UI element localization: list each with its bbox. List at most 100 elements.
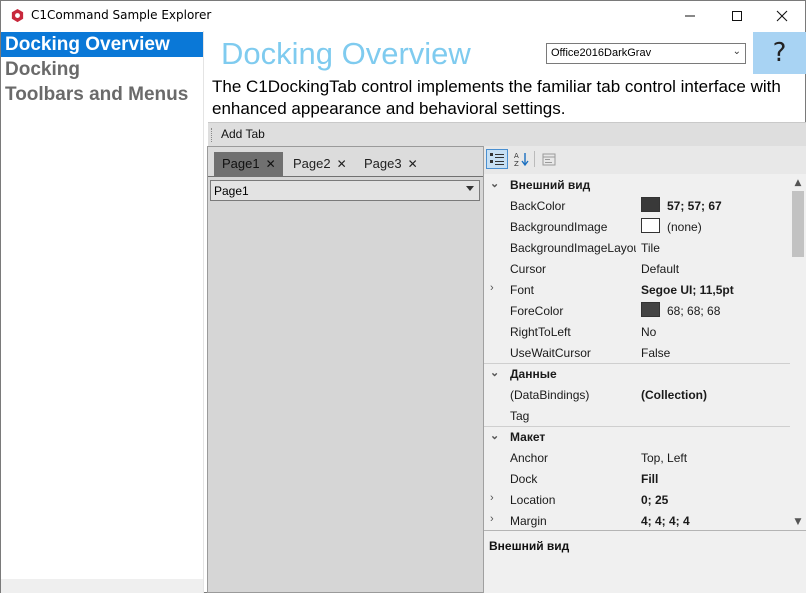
sort-az-icon: A Z [514,152,529,167]
property-row[interactable]: ForeColor 68; 68; 68 [484,300,790,321]
svg-text:Z: Z [514,160,519,167]
docking-tab-control: Page1 ✕ Page2 ✕ Page3 ✕ Page1 [207,146,484,593]
sample-nav-sidebar: Docking Overview Docking Toolbars and Me… [1,31,204,593]
tab-page2[interactable]: Page2 ✕ [285,152,354,176]
property-value[interactable]: Tile [641,241,660,255]
property-name: BackColor [510,199,566,213]
property-value[interactable]: 0; 25 [641,493,668,507]
category-divider [484,426,790,427]
page-title: Docking Overview [221,36,471,71]
property-value[interactable]: Fill [641,472,658,486]
property-name: UseWaitCursor [510,346,591,360]
property-name: Font [510,283,535,297]
toolbar-grip-handle[interactable] [211,128,214,142]
color-swatch [641,197,660,212]
property-grid: A Z ⌄ Внешний вид BackColor 57; 57; 67 Backg… [483,146,806,593]
minimize-button[interactable] [667,1,713,31]
property-row[interactable]: BackgroundImage (none) [484,216,790,237]
nav-item-docking-overview[interactable]: Docking Overview [1,32,203,57]
close-tab-icon[interactable]: ✕ [337,157,347,171]
question-mark-icon: ? [772,38,787,68]
property-row[interactable]: Cursor Default [484,258,790,279]
property-row[interactable]: BackgroundImageLayout Tile [484,237,790,258]
property-value[interactable]: 57; 57; 67 [667,199,722,213]
dropdown-arrow-icon [466,186,474,191]
tab-page3[interactable]: Page3 ✕ [356,152,425,176]
property-name: Anchor [510,451,549,465]
property-name: Margin [510,514,547,528]
app-window: C1Command Sample Explorer Docking Overvi… [0,0,806,593]
property-row[interactable]: › Location 0; 25 [484,489,790,510]
close-tab-icon[interactable]: ✕ [266,157,276,171]
collapse-chevron-icon[interactable]: ⌄ [490,177,499,190]
sidebar-horizontal-scrollbar[interactable] [1,579,203,593]
property-row[interactable]: › Margin 4; 4; 4; 4 [484,510,790,530]
command-toolbar: Add Tab [208,122,806,146]
collapse-chevron-icon[interactable]: ⌄ [490,366,499,379]
property-row[interactable]: › Font Segoe UI; 11,5pt [484,279,790,300]
property-name: (DataBindings) [510,388,590,402]
help-button[interactable]: ? [753,32,806,74]
tab-page1[interactable]: Page1 ✕ [214,152,283,176]
category-divider [484,363,790,364]
scroll-up-icon[interactable]: ▲ [790,174,806,191]
tab-strip: Page1 ✕ Page2 ✕ Page3 ✕ [208,147,483,176]
theme-dropdown[interactable]: Office2016DarkGrav ⌄ [546,43,746,64]
property-name: Location [510,493,556,507]
categorized-view-button[interactable] [486,149,508,169]
property-value[interactable]: Default [641,262,679,276]
nav-item-toolbars-and-menus[interactable]: Toolbars and Menus [1,82,203,107]
property-value[interactable]: 4; 4; 4; 4 [641,514,690,528]
category-name: Данные [510,367,557,381]
page-select-value: Page1 [214,184,249,198]
property-row[interactable]: BackColor 57; 57; 67 [484,195,790,216]
add-tab-button[interactable]: Add Tab [221,127,265,141]
maximize-button[interactable] [714,1,760,31]
category-name: Макет [510,430,546,444]
maximize-icon [732,11,742,21]
scroll-down-icon[interactable]: ▼ [790,513,806,530]
collapse-chevron-icon[interactable]: ⌄ [490,429,499,442]
property-value[interactable]: Top, Left [641,451,687,465]
property-row[interactable]: Tag [484,405,790,426]
toolbar-separator [534,151,535,167]
property-row[interactable]: Anchor Top, Left [484,447,790,468]
property-row[interactable]: (DataBindings) (Collection) [484,384,790,405]
expand-chevron-icon[interactable]: › [490,492,494,504]
tab-label: Page2 [293,156,331,171]
alphabetical-view-button[interactable]: A Z [511,149,533,169]
tab-label: Page3 [364,156,402,171]
app-icon [11,8,24,23]
property-value[interactable]: (Collection) [641,388,707,402]
expand-chevron-icon[interactable]: › [490,282,494,294]
svg-text:A: A [514,152,519,160]
property-row[interactable]: UseWaitCursor False [484,342,790,363]
tab-label: Page1 [222,156,260,171]
property-category-row[interactable]: ⌄ Внешний вид [484,174,790,195]
close-tab-icon[interactable]: ✕ [408,157,418,171]
property-name: Tag [510,409,530,423]
property-pages-icon [542,153,556,165]
property-row[interactable]: Dock Fill [484,468,790,489]
property-name: ForeColor [510,304,564,318]
sample-description: The C1DockingTab control implements the … [212,77,781,118]
categorized-icon [490,153,504,165]
nav-item-docking[interactable]: Docking [1,57,203,82]
property-name: BackgroundImage [510,220,608,234]
property-row[interactable]: RightToLeft No [484,321,790,342]
property-value[interactable]: Segoe UI; 11,5pt [641,283,734,297]
page-select-combo[interactable]: Page1 [210,180,480,201]
close-button[interactable] [759,1,805,31]
property-pages-button[interactable] [538,149,560,169]
property-name: BackgroundImageLayout [510,241,636,255]
expand-chevron-icon[interactable]: › [490,513,494,525]
property-value[interactable]: 68; 68; 68 [667,304,720,318]
property-value[interactable]: (none) [667,220,702,234]
property-name: RightToLeft [510,325,571,339]
property-value[interactable]: No [641,325,656,339]
property-value[interactable]: False [641,346,670,360]
property-grid-scrollbar[interactable]: ▲ ▼ [790,174,806,530]
property-category-row[interactable]: ⌄ Макет [484,426,790,447]
scroll-thumb[interactable] [792,191,804,257]
property-category-row[interactable]: ⌄ Данные [484,363,790,384]
